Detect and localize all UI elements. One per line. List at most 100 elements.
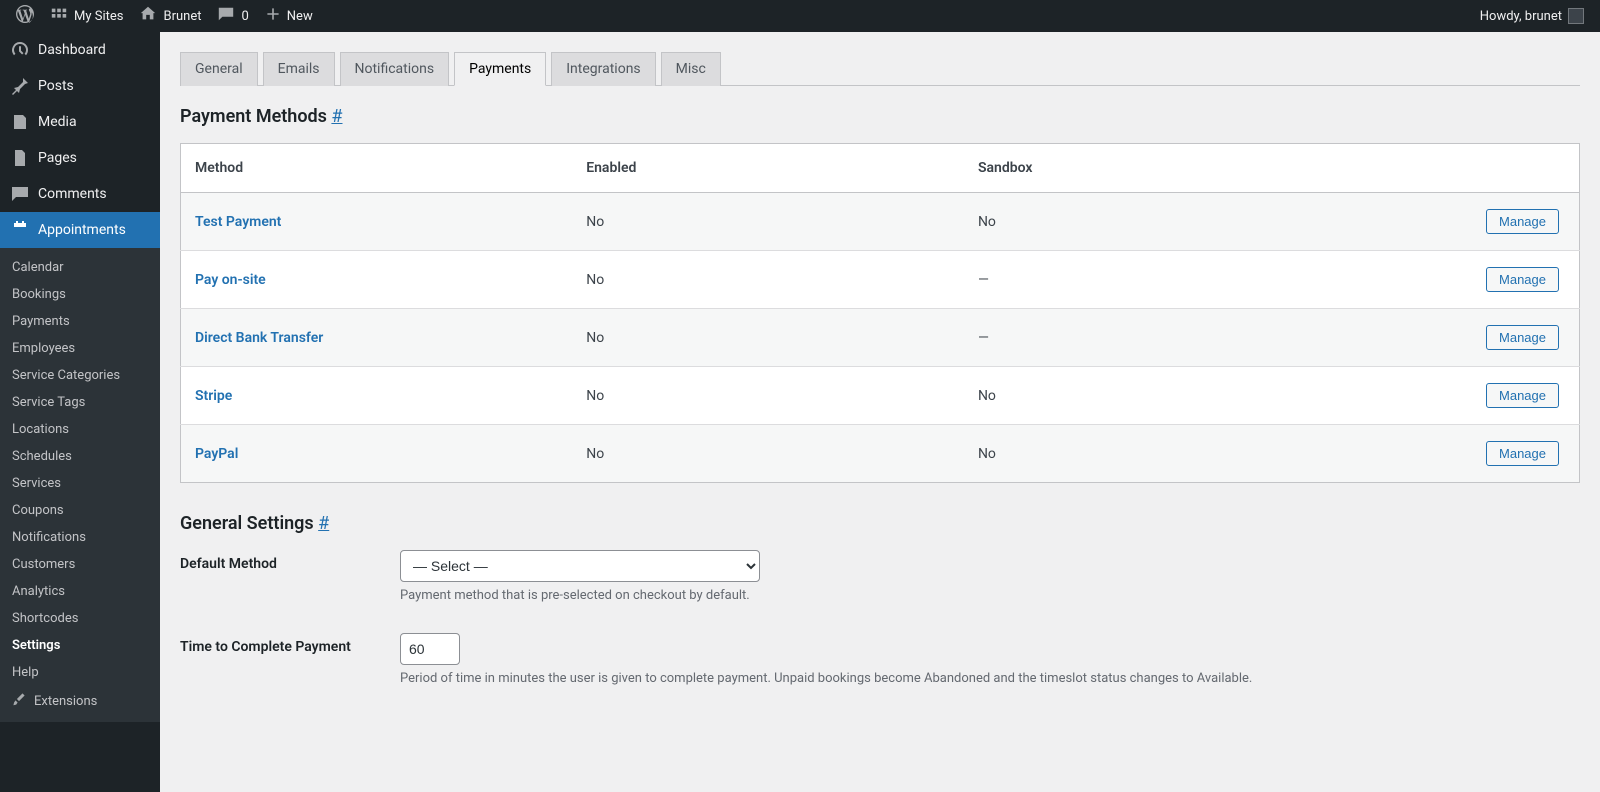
- submenu-extensions[interactable]: Extensions: [0, 686, 160, 716]
- sidebar-label: Comments: [38, 186, 107, 202]
- method-link[interactable]: PayPal: [195, 446, 238, 462]
- general-settings-title: General Settings: [180, 513, 318, 534]
- sidebar-label: Media: [38, 114, 77, 130]
- media-icon: [10, 112, 30, 132]
- calendar-icon: [10, 220, 30, 240]
- sidebar-item-appointments[interactable]: Appointments: [0, 212, 160, 248]
- table-header-row: Method Enabled Sandbox: [181, 144, 1580, 193]
- sidebar-label: Posts: [38, 78, 74, 94]
- howdy-text: Howdy, brunet: [1480, 9, 1562, 24]
- submenu-service-categories[interactable]: Service Categories: [0, 362, 160, 389]
- submenu-calendar[interactable]: Calendar: [0, 254, 160, 281]
- sidebar-item-comments[interactable]: Comments: [0, 176, 160, 212]
- tab-integrations[interactable]: Integrations: [551, 52, 655, 86]
- payment-methods-heading: Payment Methods #: [180, 106, 1580, 127]
- wp-logo[interactable]: [8, 0, 42, 32]
- manage-button[interactable]: Manage: [1486, 325, 1559, 350]
- method-link[interactable]: Test Payment: [195, 214, 281, 230]
- user-avatar-icon: [1568, 8, 1584, 24]
- time-to-complete-label: Time to Complete Payment: [180, 633, 400, 655]
- sidebar-label: Pages: [38, 150, 77, 166]
- comments-count: 0: [241, 9, 248, 24]
- brush-icon: [12, 692, 26, 710]
- time-to-complete-input[interactable]: [400, 633, 460, 665]
- submenu-bookings[interactable]: Bookings: [0, 281, 160, 308]
- sandbox-cell: No: [964, 193, 1356, 251]
- sidebar-item-dashboard[interactable]: Dashboard: [0, 32, 160, 68]
- sidebar-item-media[interactable]: Media: [0, 104, 160, 140]
- site-link[interactable]: Brunet: [131, 0, 209, 32]
- appointments-submenu: Calendar Bookings Payments Employees Ser…: [0, 248, 160, 722]
- table-row: Stripe NoNo Manage: [181, 367, 1580, 425]
- sidebar-label: Dashboard: [38, 42, 106, 58]
- plus-icon: [265, 6, 281, 26]
- time-to-complete-desc: Period of time in minutes the user is gi…: [400, 671, 1580, 686]
- default-method-desc: Payment method that is pre-selected on c…: [400, 588, 1580, 603]
- howdy-link[interactable]: Howdy, brunet: [1472, 0, 1592, 32]
- sidebar-label: Appointments: [38, 222, 126, 238]
- default-method-select[interactable]: — Select —: [400, 550, 760, 582]
- my-sites-label: My Sites: [74, 9, 123, 24]
- submenu-notifications[interactable]: Notifications: [0, 524, 160, 551]
- submenu-shortcodes[interactable]: Shortcodes: [0, 605, 160, 632]
- submenu-settings[interactable]: Settings: [0, 632, 160, 659]
- site-name-label: Brunet: [163, 9, 201, 24]
- new-label: New: [287, 9, 313, 24]
- tab-general[interactable]: General: [180, 52, 258, 86]
- submenu-coupons[interactable]: Coupons: [0, 497, 160, 524]
- pin-icon: [10, 76, 30, 96]
- method-link[interactable]: Pay on-site: [195, 272, 266, 288]
- default-method-row: Default Method — Select — Payment method…: [180, 550, 1580, 603]
- submenu-locations[interactable]: Locations: [0, 416, 160, 443]
- enabled-cell: No: [572, 425, 964, 483]
- payment-methods-table: Method Enabled Sandbox Test PaymentNoNoM…: [180, 143, 1580, 483]
- comments-link[interactable]: 0: [209, 0, 256, 32]
- manage-button[interactable]: Manage: [1486, 209, 1559, 234]
- sandbox-cell: —: [964, 309, 1356, 367]
- payment-methods-anchor[interactable]: #: [331, 106, 342, 127]
- settings-tabs: General Emails Notifications Payments In…: [180, 52, 1580, 86]
- method-link[interactable]: Direct Bank Transfer: [195, 330, 323, 346]
- enabled-cell: No: [572, 367, 964, 425]
- tab-emails[interactable]: Emails: [263, 52, 335, 86]
- sandbox-cell: —: [964, 251, 1356, 309]
- header-sandbox: Sandbox: [964, 144, 1356, 193]
- submenu-payments[interactable]: Payments: [0, 308, 160, 335]
- wordpress-icon: [16, 5, 34, 27]
- tab-misc[interactable]: Misc: [661, 52, 721, 86]
- tab-payments[interactable]: Payments: [454, 52, 546, 86]
- sidebar-item-posts[interactable]: Posts: [0, 68, 160, 104]
- submenu-analytics[interactable]: Analytics: [0, 578, 160, 605]
- manage-button[interactable]: Manage: [1486, 441, 1559, 466]
- time-to-complete-row: Time to Complete Payment Period of time …: [180, 633, 1580, 686]
- submenu-help[interactable]: Help: [0, 659, 160, 686]
- table-row: Direct Bank TransferNo—Manage: [181, 309, 1580, 367]
- comment-icon: [217, 5, 235, 27]
- sidebar-item-pages[interactable]: Pages: [0, 140, 160, 176]
- header-manage: [1356, 144, 1580, 193]
- pages-icon: [10, 148, 30, 168]
- admin-sidebar: Dashboard Posts Media Pages Comments App…: [0, 32, 160, 792]
- enabled-cell: No: [572, 193, 964, 251]
- home-icon: [139, 5, 157, 27]
- my-sites-link[interactable]: My Sites: [42, 0, 131, 32]
- table-row: PayPal NoNo Manage: [181, 425, 1580, 483]
- sandbox-cell: No: [964, 367, 1356, 425]
- submenu-schedules[interactable]: Schedules: [0, 443, 160, 470]
- tab-notifications[interactable]: Notifications: [340, 52, 450, 86]
- table-row: Pay on-site No— Manage: [181, 251, 1580, 309]
- dashboard-icon: [10, 40, 30, 60]
- submenu-service-tags[interactable]: Service Tags: [0, 389, 160, 416]
- header-method: Method: [181, 144, 573, 193]
- submenu-services[interactable]: Services: [0, 470, 160, 497]
- enabled-cell: No: [572, 251, 964, 309]
- comments-icon: [10, 184, 30, 204]
- submenu-customers[interactable]: Customers: [0, 551, 160, 578]
- general-settings-anchor[interactable]: #: [318, 513, 329, 534]
- new-link[interactable]: New: [257, 0, 321, 32]
- sandbox-cell: No: [964, 425, 1356, 483]
- manage-button[interactable]: Manage: [1486, 383, 1559, 408]
- method-link[interactable]: Stripe: [195, 388, 232, 404]
- submenu-employees[interactable]: Employees: [0, 335, 160, 362]
- manage-button[interactable]: Manage: [1486, 267, 1559, 292]
